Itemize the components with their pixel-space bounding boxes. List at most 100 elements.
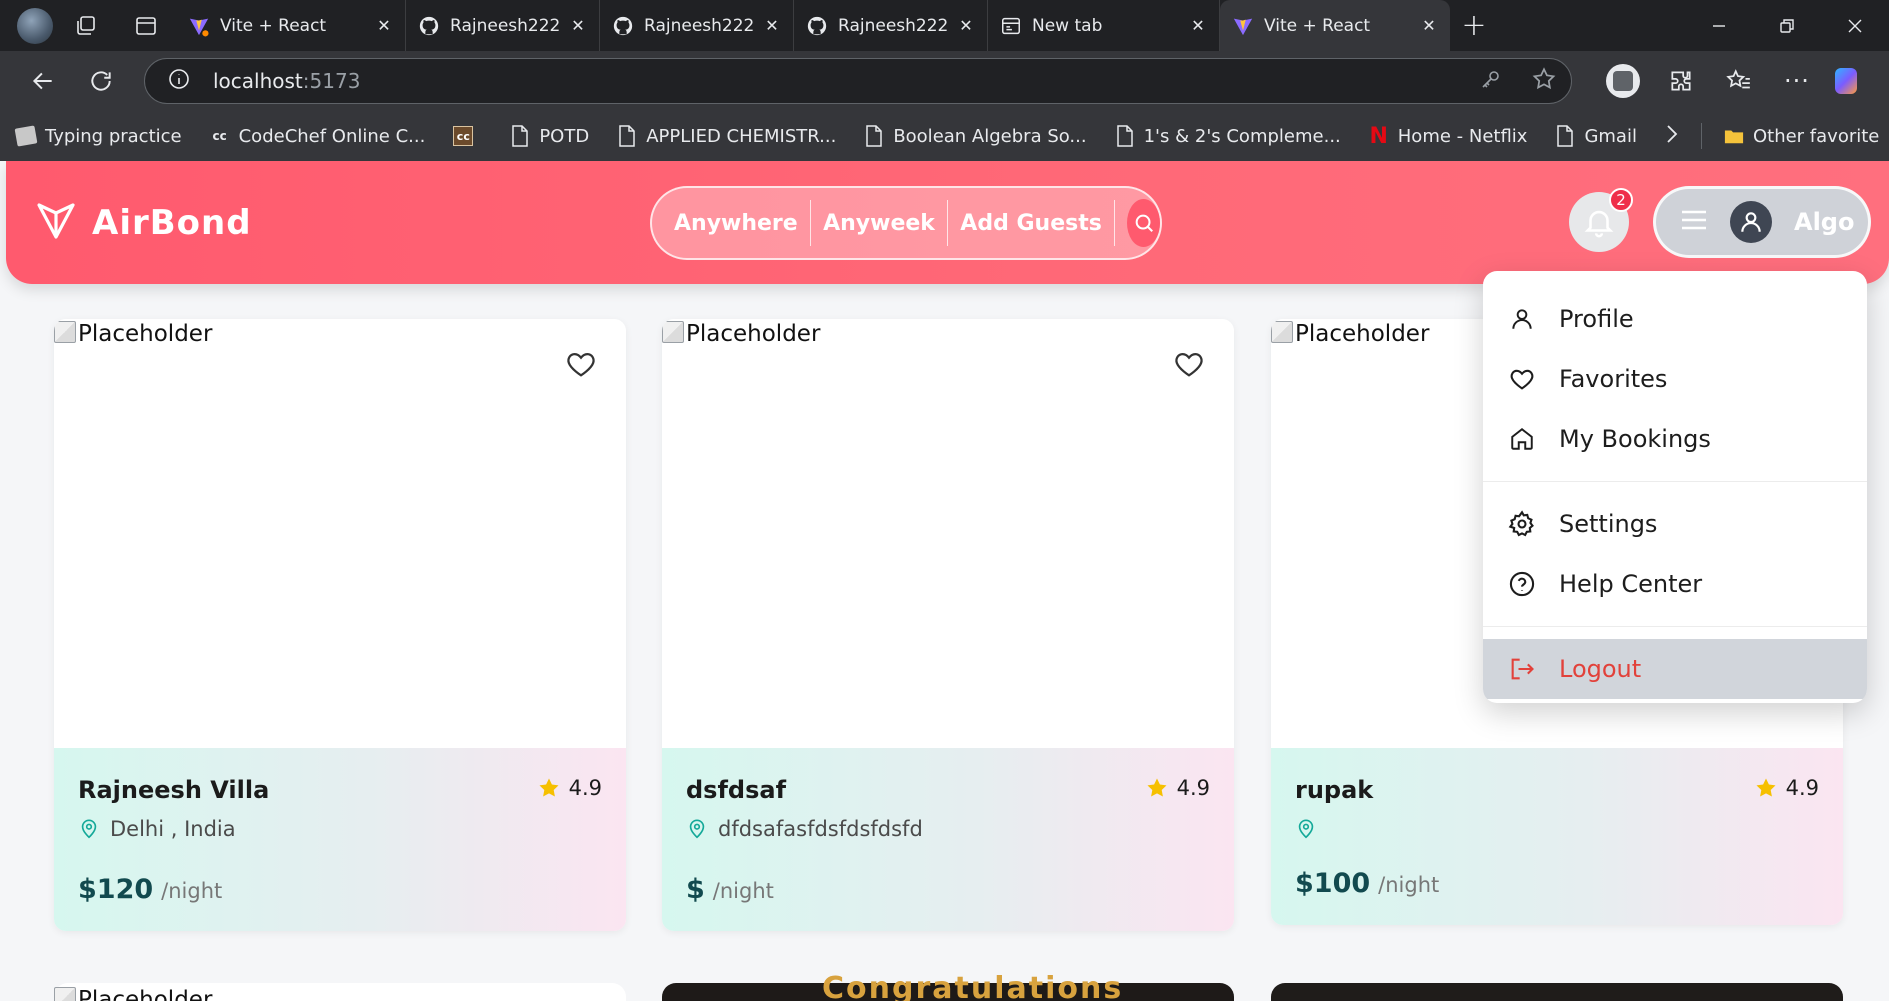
location-pin-icon xyxy=(1298,819,1314,839)
search-bar[interactable]: Anywhere Anyweek Add Guests xyxy=(650,186,1162,260)
tab-new-tab[interactable]: New tab ✕ xyxy=(988,0,1220,51)
address-bar[interactable]: localhost:5173 xyxy=(144,58,1572,104)
listing-title: dsfdsaf xyxy=(686,776,787,804)
newtab-icon xyxy=(1000,15,1022,37)
home-icon xyxy=(1507,424,1537,454)
minimize-icon[interactable] xyxy=(1685,0,1753,51)
brand-logo[interactable]: AirBond xyxy=(36,201,252,245)
bookmark-typing-practice[interactable]: Typing practice xyxy=(14,125,182,147)
listing-card[interactable] xyxy=(1271,983,1843,1001)
profile-avatar[interactable] xyxy=(0,0,56,51)
close-icon[interactable]: ✕ xyxy=(763,16,781,35)
search-button[interactable] xyxy=(1127,199,1161,247)
broken-image-placeholder: Placeholder xyxy=(1271,321,1429,347)
key-icon[interactable] xyxy=(1479,67,1503,95)
listing-image[interactable]: Placeholder xyxy=(54,319,626,748)
site-info-icon[interactable] xyxy=(167,67,191,95)
bookmark-potd[interactable]: POTD xyxy=(510,125,589,147)
more-menu-icon[interactable]: ··· xyxy=(1768,51,1826,111)
tab-github-3[interactable]: Rajneesh2223/Ful ✕ xyxy=(794,0,988,51)
listing-location xyxy=(1295,816,1819,842)
listing-rating: 4.9 xyxy=(1145,776,1210,800)
listing-card[interactable]: Placeholder xyxy=(54,983,626,1001)
listing-details: rupak 4.9 $100/night xyxy=(1271,748,1843,925)
tab-vite-react-2[interactable]: Vite + React ✕ xyxy=(1220,0,1450,51)
star-icon xyxy=(1147,778,1167,797)
gear-icon xyxy=(1507,509,1537,539)
bookmark-gmail[interactable]: Gmail xyxy=(1555,125,1637,147)
menu-item-my-bookings[interactable]: My Bookings xyxy=(1483,409,1867,469)
listing-card[interactable]: Congratulations xyxy=(662,971,1234,1001)
close-icon[interactable]: ✕ xyxy=(1189,16,1207,35)
listing-image[interactable]: Placeholder xyxy=(662,319,1234,748)
bookmark-codechef[interactable]: cc CodeChef Online C... xyxy=(210,125,425,147)
vertical-tabs-icon[interactable] xyxy=(116,0,176,51)
logout-icon xyxy=(1507,654,1537,684)
github-icon xyxy=(806,15,828,37)
tab-github-2[interactable]: Rajneesh2223/No ✕ xyxy=(600,0,794,51)
menu-item-settings[interactable]: Settings xyxy=(1483,494,1867,554)
github-icon xyxy=(612,15,634,37)
heart-icon xyxy=(1507,364,1537,394)
menu-divider xyxy=(1483,481,1867,482)
tab-github-1[interactable]: Rajneesh2223/Ful ✕ xyxy=(406,0,600,51)
favorites-icon[interactable] xyxy=(1710,51,1768,111)
listing-location: Delhi , India xyxy=(78,816,602,842)
broken-image-placeholder: Placeholder xyxy=(662,321,820,347)
heart-icon[interactable] xyxy=(564,347,598,381)
back-icon[interactable] xyxy=(14,51,72,111)
codechef-icon: cc xyxy=(453,125,474,147)
close-icon[interactable]: ✕ xyxy=(375,16,393,35)
listing-price: $100/night xyxy=(1295,868,1440,899)
typing-icon xyxy=(14,125,38,147)
banner-text: Congratulations xyxy=(822,971,1124,1001)
page-icon xyxy=(1555,125,1575,147)
vite-icon xyxy=(1232,15,1254,37)
menu-item-profile[interactable]: Profile xyxy=(1483,289,1867,349)
listing-card[interactable]: Placeholder dsfdsaf 4.9 dfdsafasfdsfdsfd… xyxy=(662,319,1234,931)
bookmark-codechef-2[interactable]: cc xyxy=(453,125,482,147)
menu-divider xyxy=(1483,626,1867,627)
vite-icon xyxy=(188,15,210,37)
bookmark-other-favorites[interactable]: Other favorite xyxy=(1724,125,1879,147)
reload-icon[interactable] xyxy=(72,51,130,111)
chevron-right-icon[interactable] xyxy=(1665,124,1679,149)
page-icon xyxy=(1115,125,1135,147)
notifications-button[interactable]: 2 xyxy=(1569,188,1633,252)
menu-item-help-center[interactable]: Help Center xyxy=(1483,554,1867,614)
copilot-icon[interactable] xyxy=(1826,51,1866,111)
broken-image-placeholder: Placeholder xyxy=(54,321,212,347)
close-icon[interactable]: ✕ xyxy=(569,16,587,35)
tab-vite-react-1[interactable]: Vite + React ✕ xyxy=(176,0,406,51)
bookmark-netflix[interactable]: N Home - Netflix xyxy=(1369,123,1528,149)
search-anyweek[interactable]: Anyweek xyxy=(811,211,947,236)
listing-price: $120/night xyxy=(78,874,223,905)
folder-icon xyxy=(1724,125,1744,147)
search-anywhere[interactable]: Anywhere xyxy=(674,211,810,236)
extension-s-icon[interactable] xyxy=(1594,51,1652,111)
menu-item-logout[interactable]: Logout xyxy=(1483,639,1867,699)
user-menu-button[interactable]: Algo xyxy=(1653,186,1871,258)
window-close-icon[interactable] xyxy=(1821,0,1889,51)
workspaces-icon[interactable] xyxy=(56,0,116,51)
brand-name: AirBond xyxy=(92,203,252,243)
browser-tab-strip: Vite + React ✕ Rajneesh2223/Ful ✕ Rajnee… xyxy=(0,0,1889,51)
search-add-guests[interactable]: Add Guests xyxy=(948,211,1114,236)
codechef-icon: cc xyxy=(212,129,227,143)
heart-icon[interactable] xyxy=(1172,347,1206,381)
listing-location: dfdsafasfdsfdsfdsfd xyxy=(686,816,1210,842)
favorite-star-icon[interactable] xyxy=(1531,66,1557,96)
menu-item-favorites[interactable]: Favorites xyxy=(1483,349,1867,409)
listing-title: Rajneesh Villa xyxy=(78,776,270,804)
bookmark-boolean-algebra[interactable]: Boolean Algebra So... xyxy=(864,125,1087,147)
restore-icon[interactable] xyxy=(1753,0,1821,51)
listing-card[interactable]: Placeholder Rajneesh Villa 4.9 Delhi , I… xyxy=(54,319,626,931)
listing-rating: 4.9 xyxy=(537,776,602,800)
bookmark-applied-chemistry[interactable]: APPLIED CHEMISTR... xyxy=(617,125,836,147)
close-icon[interactable]: ✕ xyxy=(1420,16,1438,35)
new-tab-button[interactable]: + xyxy=(1450,8,1498,43)
extensions-icon[interactable] xyxy=(1652,51,1710,111)
netflix-icon: N xyxy=(1369,123,1388,149)
close-icon[interactable]: ✕ xyxy=(957,16,975,35)
bookmark-complement[interactable]: 1's & 2's Compleme... xyxy=(1115,125,1341,147)
